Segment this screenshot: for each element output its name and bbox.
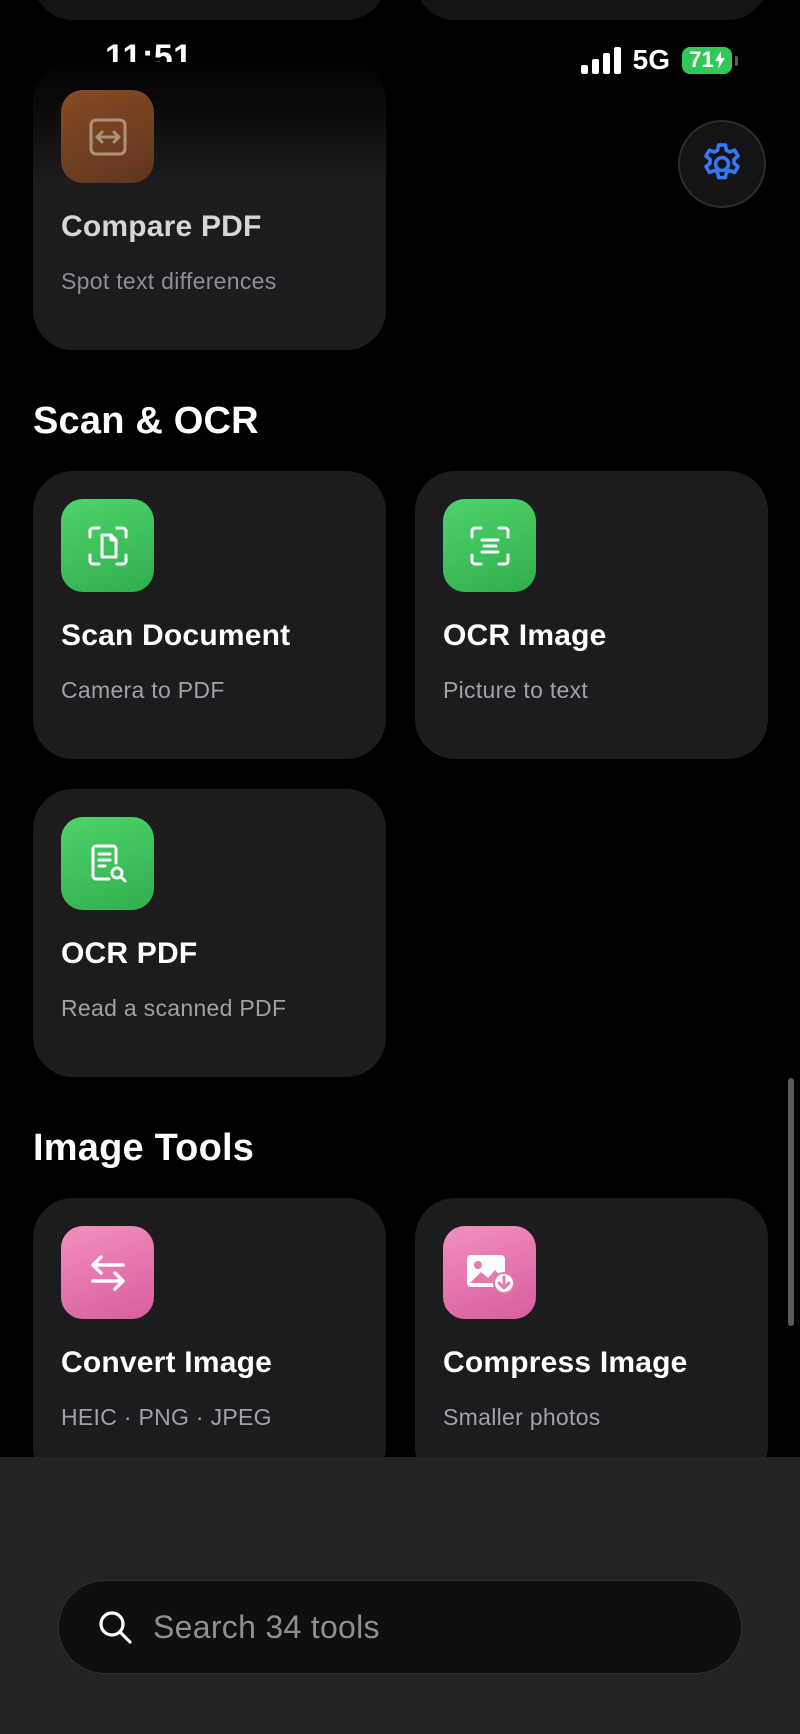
compare-pdf-title: Compare PDF bbox=[61, 210, 262, 243]
compare-arrows-icon bbox=[89, 118, 126, 155]
compare-pdf-card[interactable]: Compare PDF Spot text differences bbox=[33, 62, 386, 350]
ocr-pdf-tile bbox=[61, 817, 154, 910]
ocr-image-title: OCR Image bbox=[443, 619, 607, 652]
scan-document-title: Scan Document bbox=[61, 619, 291, 652]
ocr-image-card[interactable]: OCR Image Picture to text bbox=[415, 471, 768, 759]
swap-arrows-icon bbox=[90, 1254, 125, 1291]
settings-button[interactable] bbox=[678, 120, 766, 208]
text-scan-icon bbox=[470, 526, 509, 565]
scroll-indicator[interactable] bbox=[788, 1078, 794, 1326]
convert-tile bbox=[61, 1226, 154, 1319]
scan-tile bbox=[61, 499, 154, 592]
scan-document-icon bbox=[88, 526, 127, 565]
convert-image-title: Convert Image bbox=[61, 1346, 272, 1379]
scan-document-card[interactable]: Scan Document Camera to PDF bbox=[33, 471, 386, 759]
compare-tile bbox=[61, 90, 154, 183]
compress-tile bbox=[443, 1226, 536, 1319]
search-icon bbox=[99, 1611, 132, 1644]
status-indicators: 5G 71 bbox=[580, 44, 738, 76]
image-download-icon bbox=[466, 1254, 515, 1294]
convert-image-card[interactable]: Convert Image HEIC · PNG · JPEG bbox=[33, 1198, 386, 1486]
search-input[interactable]: Search 34 tools bbox=[58, 1580, 742, 1674]
scan-document-subtitle: Camera to PDF bbox=[61, 677, 225, 703]
bottom-search-panel: Search 34 tools bbox=[0, 1457, 800, 1734]
battery-level: 71 bbox=[689, 47, 714, 72]
gear-icon bbox=[704, 143, 740, 180]
section-title-scan-ocr: Scan & OCR bbox=[33, 400, 259, 442]
compress-image-card[interactable]: Compress Image Smaller photos bbox=[415, 1198, 768, 1486]
convert-image-subtitle: HEIC · PNG · JPEG bbox=[61, 1404, 272, 1430]
search-placeholder: Search 34 tools bbox=[153, 1608, 380, 1645]
battery-icon: 71 bbox=[682, 46, 738, 74]
ocr-pdf-subtitle: Read a scanned PDF bbox=[61, 995, 287, 1021]
ocr-pdf-card[interactable]: OCR PDF Read a scanned PDF bbox=[33, 789, 386, 1077]
previous-card-right bbox=[415, 0, 768, 20]
compare-pdf-subtitle: Spot text differences bbox=[61, 268, 277, 294]
ocr-image-tile bbox=[443, 499, 536, 592]
compress-image-title: Compress Image bbox=[443, 1346, 688, 1379]
ocr-pdf-title: OCR PDF bbox=[61, 937, 198, 970]
signal-icon bbox=[580, 46, 621, 74]
document-search-icon bbox=[91, 844, 126, 882]
network-type: 5G bbox=[632, 44, 670, 75]
compress-image-subtitle: Smaller photos bbox=[443, 1404, 601, 1430]
ocr-image-subtitle: Picture to text bbox=[443, 677, 589, 703]
previous-card-left bbox=[33, 0, 386, 20]
section-title-image-tools: Image Tools bbox=[33, 1127, 255, 1169]
